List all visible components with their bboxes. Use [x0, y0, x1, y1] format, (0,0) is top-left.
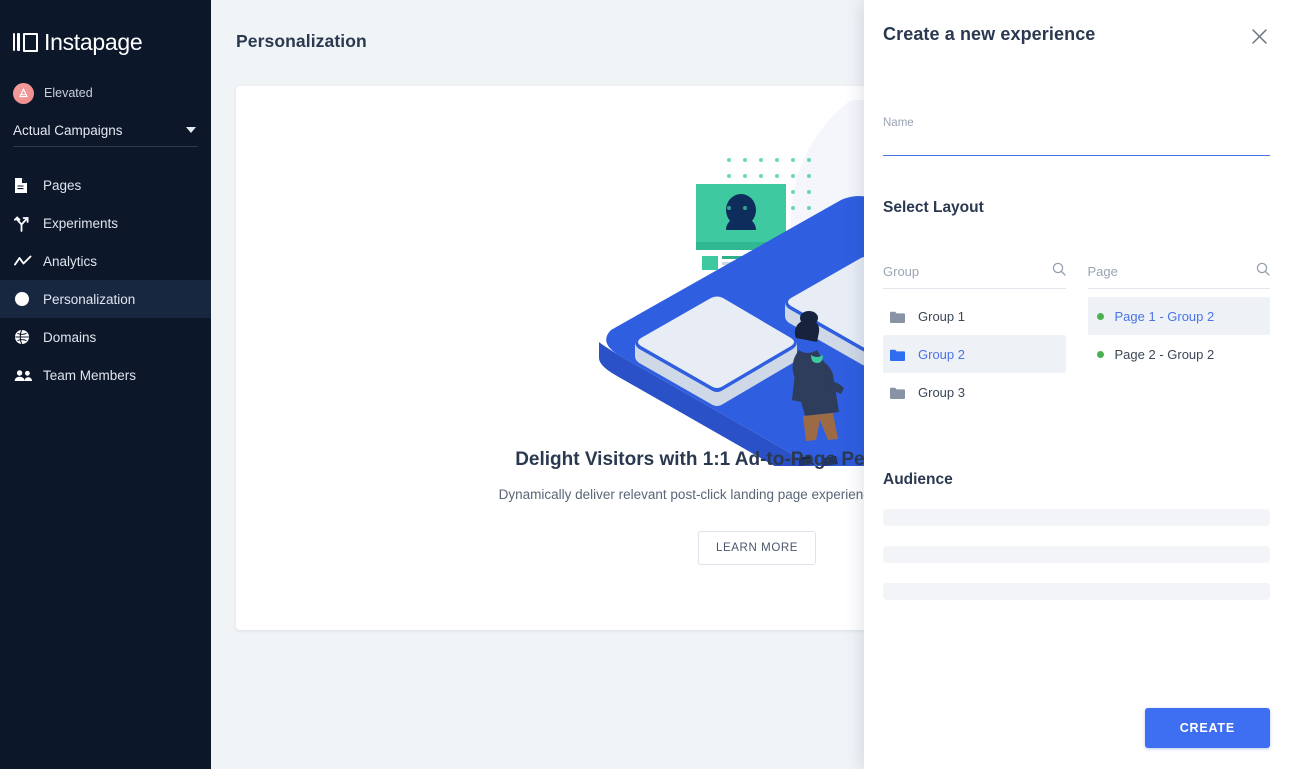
sidebar-item-label: Domains: [43, 330, 96, 345]
list-item[interactable]: Page 1 - Group 2: [1088, 297, 1271, 335]
close-icon[interactable]: [1249, 26, 1270, 47]
app-root: Instapage Elevated Actual Campaigns Page…: [0, 0, 1289, 769]
instapage-logo-icon: [13, 31, 38, 53]
circle-icon: [14, 289, 36, 309]
audience-section: Audience: [883, 471, 1270, 600]
name-input[interactable]: [883, 129, 1270, 156]
group-search-placeholder: Group: [883, 264, 919, 279]
folder-icon: [890, 310, 905, 322]
name-field-group: Name: [883, 117, 1270, 156]
sidebar-item-label: Analytics: [43, 254, 97, 269]
document-icon: [14, 175, 36, 195]
branch-icon: [14, 213, 36, 233]
status-dot-icon: [1097, 351, 1104, 358]
status-dot-icon: [1097, 313, 1104, 320]
list-item-label: Group 2: [918, 347, 965, 362]
panel-title: Create a new experience: [883, 24, 1095, 45]
sidebar-item-label: Team Members: [43, 368, 136, 383]
sidebar-nav: Pages Experiments Analytics Personalizat…: [0, 166, 211, 394]
group-column: Group Group 1: [883, 262, 1066, 411]
group-search-input[interactable]: Group: [883, 262, 1066, 289]
list-item-label: Page 2 - Group 2: [1115, 347, 1215, 362]
sidebar-item-domains[interactable]: Domains: [0, 318, 211, 356]
sidebar-item-label: Pages: [43, 178, 81, 193]
search-icon: [1256, 262, 1270, 281]
list-item-label: Group 3: [918, 385, 965, 400]
list-item[interactable]: Group 2: [883, 335, 1066, 373]
campaign-selector-label: Actual Campaigns: [13, 123, 123, 138]
campaign-selector[interactable]: Actual Campaigns: [13, 120, 198, 147]
sidebar-item-analytics[interactable]: Analytics: [0, 242, 211, 280]
line-chart-icon: [14, 251, 36, 271]
learn-more-button[interactable]: LEARN MORE: [698, 531, 816, 565]
list-item-label: Page 1 - Group 2: [1115, 309, 1215, 324]
folder-icon: [890, 348, 905, 360]
brand-name: Instapage: [44, 29, 142, 56]
list-item[interactable]: Group 3: [883, 373, 1066, 411]
account-row[interactable]: Elevated: [0, 82, 211, 104]
page-search-placeholder: Page: [1088, 264, 1118, 279]
list-item[interactable]: Group 1: [883, 297, 1066, 335]
avatar: [13, 83, 34, 104]
search-icon: [1052, 262, 1066, 281]
layout-picker: Group Group 1: [883, 262, 1270, 411]
select-layout-section: Select Layout Group G: [883, 199, 1270, 411]
select-layout-title: Select Layout: [883, 199, 1270, 217]
name-field-label: Name: [883, 117, 1270, 129]
group-list: Group 1 Group 2 Group 3: [883, 297, 1066, 411]
list-item[interactable]: Page 2 - Group 2: [1088, 335, 1271, 373]
sidebar-item-team-members[interactable]: Team Members: [0, 356, 211, 394]
list-item-label: Group 1: [918, 309, 965, 324]
chevron-down-icon: [186, 127, 196, 133]
folder-icon: [890, 386, 905, 398]
panel-header: Create a new experience: [883, 0, 1270, 47]
create-button[interactable]: CREATE: [1145, 708, 1270, 748]
sidebar: Instapage Elevated Actual Campaigns Page…: [0, 0, 211, 769]
page-list: Page 1 - Group 2 Page 2 - Group 2: [1088, 297, 1271, 373]
sidebar-item-label: Personalization: [43, 292, 135, 307]
page-search-input[interactable]: Page: [1088, 262, 1271, 289]
sidebar-item-personalization[interactable]: Personalization: [0, 280, 211, 318]
page-column: Page Page 1 - Group 2 Page 2 - Group 2: [1088, 262, 1271, 411]
sidebar-item-experiments[interactable]: Experiments: [0, 204, 211, 242]
brand-logo[interactable]: Instapage: [0, 18, 211, 60]
sidebar-item-pages[interactable]: Pages: [0, 166, 211, 204]
audience-skeleton-row: [883, 546, 1270, 563]
audience-title: Audience: [883, 471, 1270, 489]
audience-skeleton-row: [883, 509, 1270, 526]
globe-icon: [14, 327, 36, 347]
people-icon: [14, 365, 36, 385]
sidebar-item-label: Experiments: [43, 216, 118, 231]
create-experience-panel: Create a new experience Name Select Layo…: [864, 0, 1289, 769]
audience-skeleton-row: [883, 583, 1270, 600]
account-name: Elevated: [44, 86, 93, 100]
